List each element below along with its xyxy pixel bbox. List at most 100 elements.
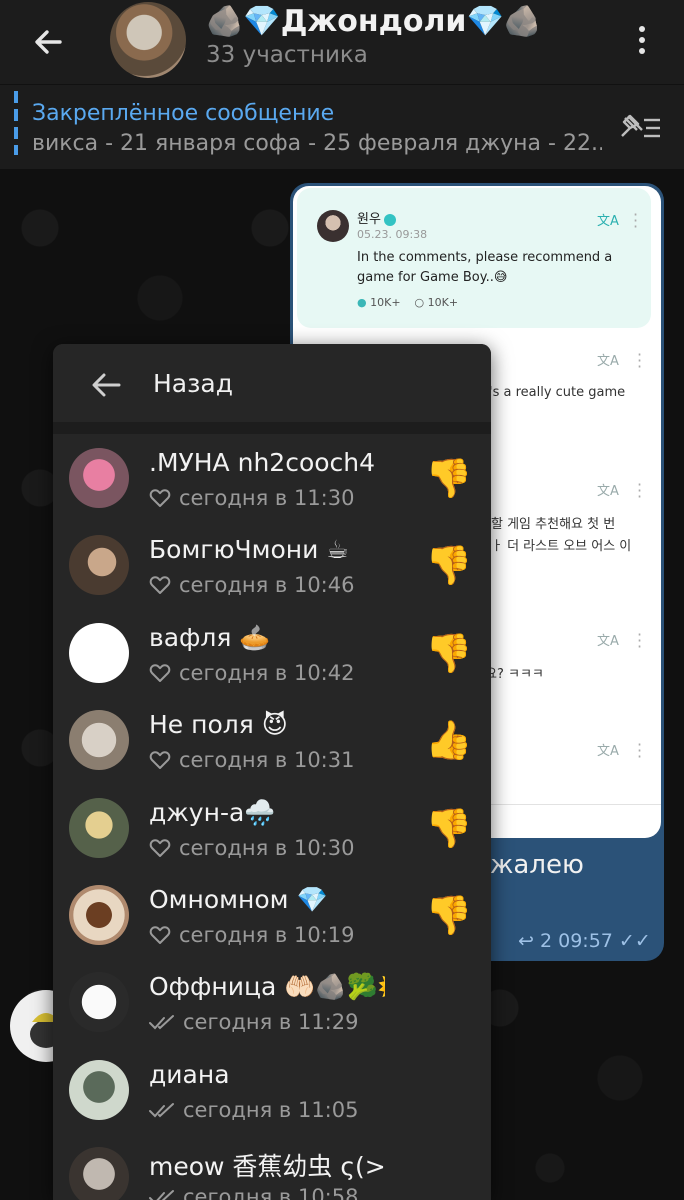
reaction-time-text: сегодня в 10:19 [179, 923, 355, 947]
post-stats: ● 10K+ ○ 10K+ [357, 296, 458, 309]
user-name: вафля 🥧 [149, 622, 271, 652]
back-arrow-icon[interactable] [28, 22, 68, 62]
reaction-time-text: сегодня в 11:30 [179, 486, 355, 510]
reaction-time: сегодня в 10:30 [149, 836, 354, 860]
comment-fragment: 요? ㅋㅋㅋ [485, 667, 544, 682]
pinned-title: Закреплённое сообщение [32, 101, 335, 126]
reaction-row[interactable]: .МУНА nh2cooch4 сегодня в 11:30 👎 [53, 438, 491, 525]
back-button[interactable]: Назад [153, 369, 233, 398]
thumbs-down-icon: 👎 [425, 805, 473, 850]
thumbs-down-icon: 👎 [425, 543, 473, 588]
like-icon: ● [357, 296, 367, 309]
reaction-row[interactable]: диана сегодня в 11:05 [53, 1050, 491, 1137]
avatar[interactable] [69, 710, 129, 771]
comment-fragment: 할 게임 추천해요 첫 번 [491, 517, 616, 532]
avatar[interactable] [69, 885, 129, 945]
thumbs-down-icon: 👎 [425, 893, 473, 937]
reaction-row[interactable]: Оффница 🤲🏻🪨🥦🌞🖼️ сегодня в 11:29 [53, 962, 491, 1049]
avatar[interactable] [69, 448, 129, 508]
message-time: 09:57 [558, 930, 613, 952]
reaction-time: сегодня в 10:46 [149, 573, 354, 597]
comment-more-icon: · · · [637, 345, 643, 376]
reaction-time: сегодня в 10:31 [149, 748, 354, 772]
reaction-time: сегодня в 10:19 [149, 923, 354, 947]
double-check-icon [149, 1015, 174, 1030]
comment-more-icon: · · · [637, 625, 643, 656]
group-avatar[interactable] [110, 2, 186, 78]
reaction-time-text: сегодня в 11:05 [183, 1097, 359, 1122]
user-name: meow 香蕉幼虫 ς(>_<. 💖 [149, 1152, 385, 1182]
user-name: диана [149, 1059, 230, 1089]
user-name: Омномном 💎 [149, 885, 328, 914]
translate-icon: 文A [597, 634, 619, 649]
reaction-time-text: сегодня в 10:42 [179, 660, 355, 685]
reaction-time-text: сегодня в 10:31 [179, 748, 355, 773]
avatar[interactable] [69, 1147, 129, 1200]
verified-icon [383, 213, 396, 226]
divider [487, 804, 661, 805]
heart-icon [149, 664, 171, 682]
reply-icon[interactable]: ↩ [518, 930, 534, 952]
comment-more-icon: · · · [637, 735, 643, 766]
comment-more-icon: · · · [637, 475, 643, 506]
reactions-popup: Назад .МУНА nh2cooch4 сегодня в 11:30 👎 Бом… [53, 344, 491, 1200]
reaction-time-text: сегодня в 10:46 [179, 573, 355, 598]
translate-icon: 文A [597, 214, 619, 229]
post-more-icon: · · · [633, 205, 639, 236]
heart-icon [149, 489, 171, 507]
avatar[interactable] [69, 622, 129, 683]
chat-header: 🪨💎Джондоли💎🪨 33 участника [0, 0, 684, 84]
comment-count: 10K+ [427, 296, 459, 309]
heart-icon [149, 926, 171, 944]
reaction-row[interactable]: Не поля 😈 сегодня в 10:31 👍 [53, 700, 491, 787]
reaction-row[interactable]: джун-а🌧️ сегодня в 10:30 👎 [53, 788, 491, 875]
double-check-icon: ✓✓ [618, 930, 651, 952]
reaction-time-text: сегодня в 11:29 [183, 1010, 359, 1035]
reaction-row[interactable]: meow 香蕉幼虫 ς(>_<. 💖 сегодня в 10:58 [53, 1137, 491, 1200]
post-author: 원우 [357, 208, 396, 227]
heart-icon [149, 576, 171, 595]
more-options-icon[interactable] [630, 22, 654, 62]
reaction-time: сегодня в 11:30 [149, 486, 354, 510]
translate-icon: 文A [597, 484, 619, 499]
pinned-text: викса - 21 января софа - 25 февраля джун… [32, 131, 602, 156]
back-arrow-icon[interactable] [89, 368, 123, 402]
reaction-row[interactable]: вафля 🥧 сегодня в 10:42 👎 [53, 613, 491, 700]
pin-list-icon[interactable] [616, 112, 664, 142]
message-caption: жалею [490, 850, 584, 880]
chat-title[interactable]: 🪨💎Джондоли💎🪨 [206, 4, 541, 39]
thumbs-down-icon: 👎 [425, 630, 473, 675]
avatar[interactable] [69, 797, 129, 858]
reaction-row[interactable]: БомгюЧмони ☕ сегодня в 10:46 👎 [53, 525, 491, 612]
avatar[interactable] [69, 1059, 129, 1120]
message-meta: ↩ 2 09:57 ✓✓ [518, 930, 651, 952]
double-check-icon [149, 1190, 174, 1200]
comment-fragment: 's a really cute game [489, 385, 626, 400]
user-name: джун-а🌧️ [149, 797, 276, 827]
divider [53, 422, 491, 434]
shared-post-card: 원우 05.23. 09:38 In the comments, please … [297, 188, 651, 328]
post-date: 05.23. 09:38 [357, 228, 428, 241]
reaction-row[interactable]: Омномном 💎 сегодня в 10:19 👎 [53, 875, 491, 962]
reply-count: 2 [539, 930, 553, 952]
like-count: 10K+ [370, 296, 401, 309]
double-check-icon [149, 1102, 174, 1118]
reaction-time: сегодня в 11:29 [149, 1010, 358, 1034]
user-name: Не поля 😈 [149, 710, 288, 740]
reaction-time: сегодня в 11:05 [149, 1098, 358, 1122]
heart-icon [149, 751, 171, 770]
avatar[interactable] [69, 535, 129, 596]
translate-icon: 文A [597, 354, 619, 369]
user-name: Оффница 🤲🏻🪨🥦🌞🖼️ [149, 972, 385, 1002]
avatar[interactable] [69, 972, 129, 1033]
reaction-time: сегодня в 10:58 [149, 1185, 358, 1200]
comment-fragment: ㅏ 더 라스트 오브 어스 이 [491, 539, 632, 554]
pinned-message-bar[interactable]: Закреплённое сообщение викса - 21 января… [0, 84, 684, 169]
translate-icon: 文A [597, 744, 619, 759]
user-name: БомгюЧмони ☕ [149, 535, 349, 565]
reaction-time-text: сегодня в 10:58 [183, 1185, 359, 1200]
reaction-time-text: сегодня в 10:30 [179, 835, 355, 860]
post-author-avatar [317, 210, 349, 242]
popup-header: Назад [53, 344, 491, 422]
thumbs-down-icon: 👎 [425, 456, 473, 500]
